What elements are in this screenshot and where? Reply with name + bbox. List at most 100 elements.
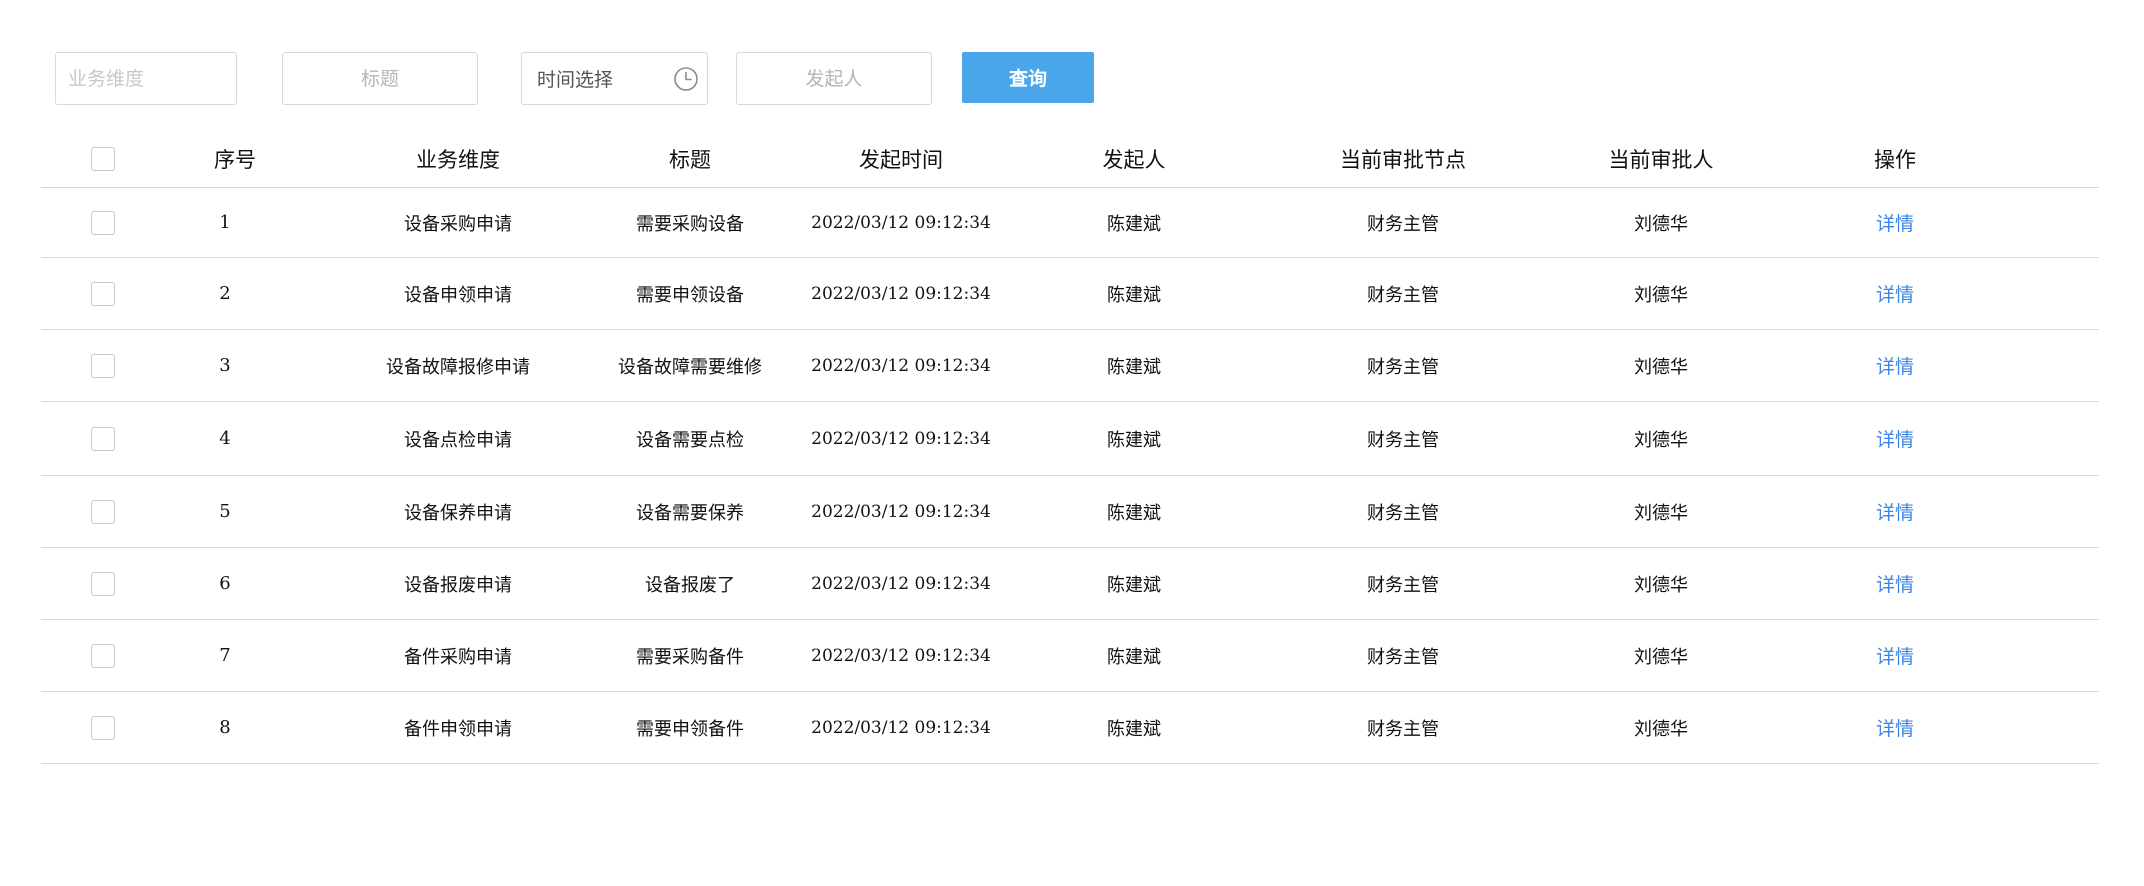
column-header-title: 标题 [669,147,711,172]
row-index: 6 [219,573,231,594]
column-header-index: 序号 [214,147,256,172]
row-action-cell: 详情 [1876,188,1914,257]
row-checkbox[interactable] [91,426,115,451]
row-action-cell: 详情 [1876,476,1914,547]
detail-link[interactable]: 详情 [1876,425,1914,452]
row-dimension: 设备采购申请 [404,213,512,235]
column-header-approver: 当前审批人 [1608,147,1714,172]
row-dimension: 设备点检申请 [404,429,512,451]
row-dimension: 设备保养申请 [404,502,512,524]
row-dimension: 备件采购申请 [404,646,512,668]
dimension-input[interactable] [68,53,236,104]
table-row: 2 设备申领申请 需要申领设备 2022/03/12 09:12:34 陈建斌 财务主管 刘… [41,258,2099,330]
row-index: 5 [219,501,231,522]
row-action-cell: 详情 [1876,330,1914,401]
row-approver: 刘德华 [1634,429,1688,451]
row-title: 需要申领设备 [636,284,744,306]
row-select-cell [91,330,115,401]
row-initiator: 陈建斌 [1107,429,1161,451]
row-checkbox[interactable] [91,499,115,524]
row-approver: 刘德华 [1634,646,1688,668]
column-header-dimension: 业务维度 [416,147,500,172]
time-picker[interactable]: 时间选择 [521,52,708,105]
row-checkbox[interactable] [91,643,115,668]
row-select-cell [91,258,115,329]
row-action-cell: 详情 [1876,548,1914,619]
row-title: 需要申领备件 [636,718,744,740]
column-header-action: 操作 [1874,147,1916,172]
row-dimension: 设备申领申请 [404,284,512,306]
row-checkbox[interactable] [91,353,115,378]
initiator-filter[interactable] [736,52,932,105]
row-approver: 刘德华 [1634,213,1688,235]
dimension-filter[interactable] [55,52,237,105]
row-index: 7 [219,645,231,666]
row-action-cell: 详情 [1876,402,1914,475]
row-time: 2022/03/12 09:12:34 [811,212,991,233]
table-header: 序号 业务维度 标题 发起时间 发起人 当前审批节点 当前审批人 操作 [41,130,2099,188]
row-time: 2022/03/12 09:12:34 [811,355,991,376]
row-select-cell [91,548,115,619]
row-node: 财务主管 [1367,356,1439,378]
detail-link[interactable]: 详情 [1876,352,1914,379]
row-dimension: 设备报废申请 [404,574,512,596]
row-title: 设备故障需要维修 [618,356,762,378]
detail-link[interactable]: 详情 [1876,570,1914,597]
row-node: 财务主管 [1367,718,1439,740]
row-node: 财务主管 [1367,646,1439,668]
row-time: 2022/03/12 09:12:34 [811,717,991,738]
row-node: 财务主管 [1367,502,1439,524]
detail-link[interactable]: 详情 [1876,280,1914,307]
row-title: 设备需要保养 [636,502,744,524]
row-approver: 刘德华 [1634,574,1688,596]
table-row: 6 设备报废申请 设备报废了 2022/03/12 09:12:34 陈建斌 财务主管 刘德… [41,548,2099,620]
row-checkbox[interactable] [91,571,115,596]
row-checkbox[interactable] [91,210,115,235]
select-all-checkbox[interactable] [91,146,115,171]
row-approver: 刘德华 [1634,718,1688,740]
row-initiator: 陈建斌 [1107,718,1161,740]
row-approver: 刘德华 [1634,284,1688,306]
row-action-cell: 详情 [1876,692,1914,763]
row-approver: 刘德华 [1634,356,1688,378]
detail-link[interactable]: 详情 [1876,209,1914,236]
row-index: 3 [219,355,231,376]
row-checkbox[interactable] [91,715,115,740]
time-picker-label: 时间选择 [537,69,614,91]
row-select-cell [91,476,115,547]
row-initiator: 陈建斌 [1107,284,1161,306]
row-title: 设备报废了 [645,574,735,596]
row-select-cell [91,188,115,257]
row-action-cell: 详情 [1876,258,1914,329]
row-time: 2022/03/12 09:12:34 [811,283,991,304]
row-index: 2 [219,283,231,304]
query-button[interactable]: 查询 [962,52,1094,103]
title-input[interactable] [283,53,477,104]
row-dimension: 设备故障报修申请 [386,356,530,378]
detail-link[interactable]: 详情 [1876,498,1914,525]
title-filter[interactable] [282,52,478,105]
row-select-cell [91,620,115,691]
row-initiator: 陈建斌 [1107,356,1161,378]
row-time: 2022/03/12 09:12:34 [811,573,991,594]
row-time: 2022/03/12 09:12:34 [811,428,991,449]
row-initiator: 陈建斌 [1107,574,1161,596]
row-initiator: 陈建斌 [1107,646,1161,668]
table-body: 1 设备采购申请 需要采购设备 2022/03/12 09:12:34 陈建斌 财务主管刘… [41,188,2099,764]
row-index: 1 [219,212,231,233]
row-action-cell: 详情 [1876,620,1914,691]
row-dimension: 备件申领申请 [404,718,512,740]
row-title: 需要采购备件 [636,646,744,668]
detail-link[interactable]: 详情 [1876,714,1914,741]
row-checkbox[interactable] [91,281,115,306]
approval-table: 序号 业务维度 标题 发起时间 发起人 当前审批节点 当前审批人 操作 1 设备采… [41,130,2099,764]
row-select-cell [91,692,115,763]
initiator-input[interactable] [737,53,931,104]
filter-bar: 时间选择 查询 [0,0,2144,120]
row-title: 设备需要点检 [636,429,744,451]
clock-icon[interactable] [673,66,699,92]
detail-link[interactable]: 详情 [1876,642,1914,669]
row-node: 财务主管 [1367,213,1439,235]
row-time: 2022/03/12 09:12:34 [811,645,991,666]
row-node: 财务主管 [1367,284,1439,306]
